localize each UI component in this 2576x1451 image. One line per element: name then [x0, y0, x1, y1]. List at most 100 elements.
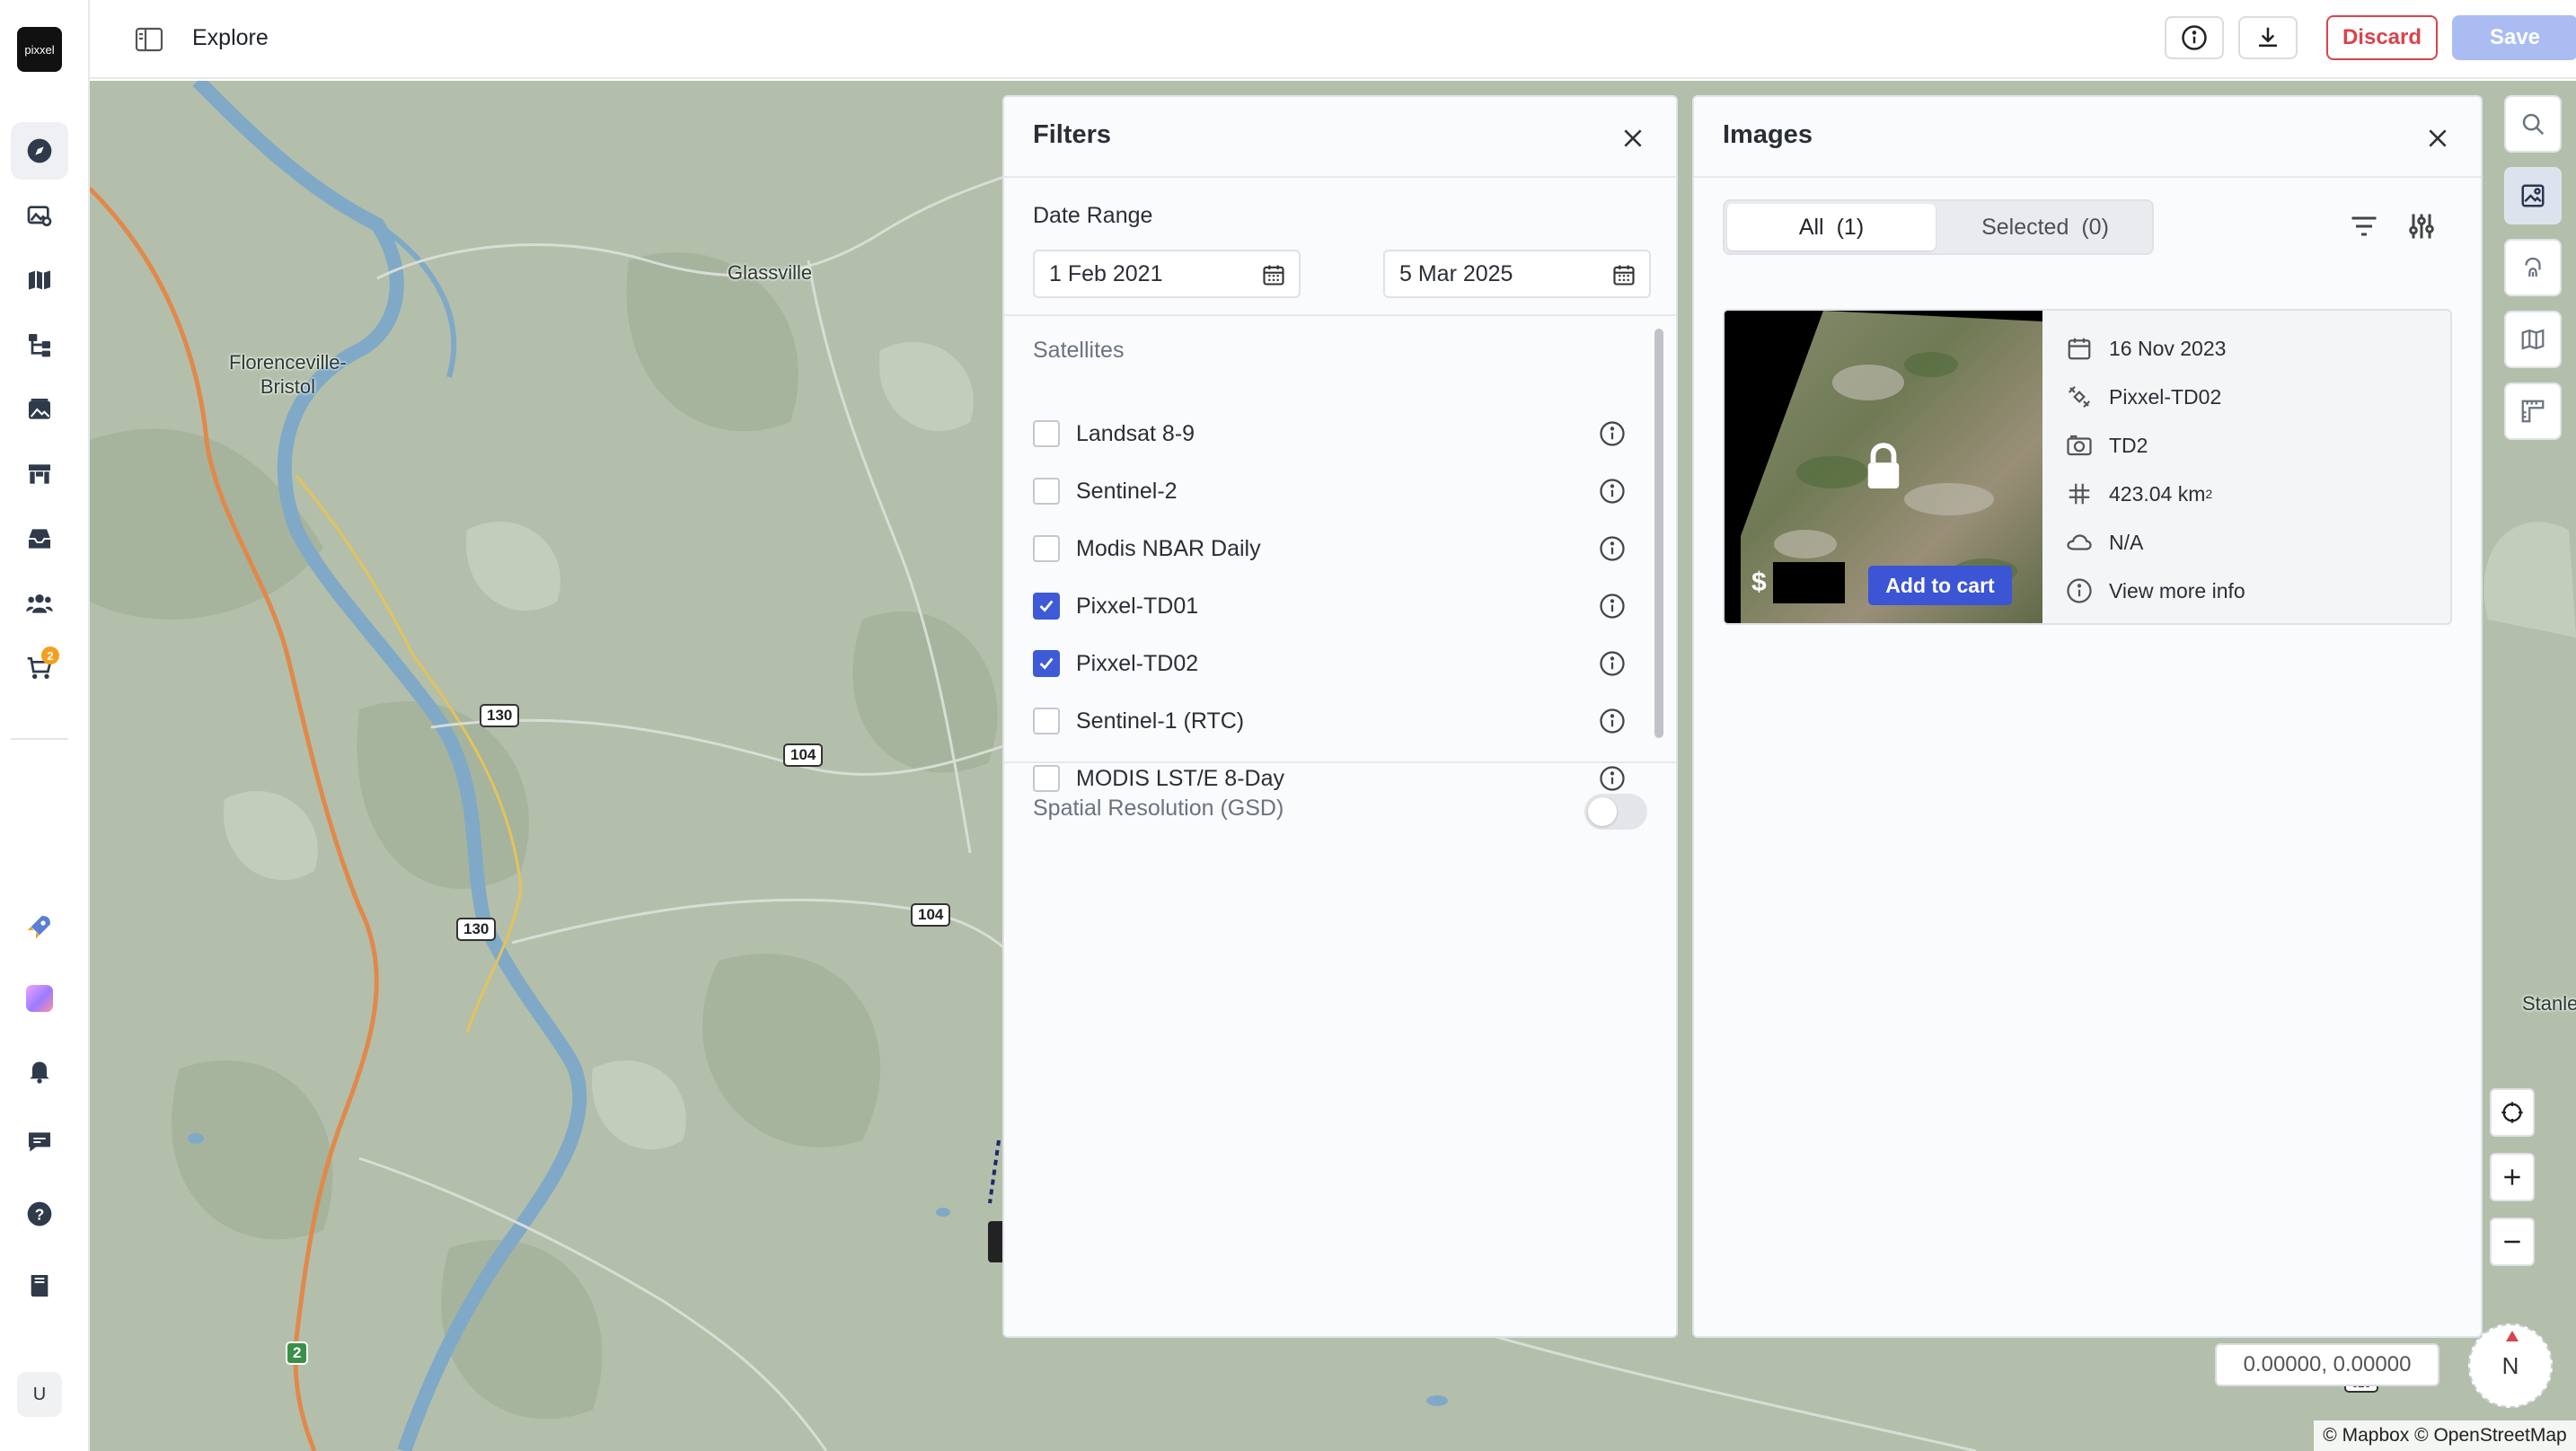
- satellite-icon: [2068, 385, 2091, 409]
- date-to-field[interactable]: 5 Mar 2025: [1383, 250, 1651, 298]
- view-more-info-link[interactable]: View more info: [2066, 573, 2245, 609]
- nav-store-button[interactable]: [11, 445, 68, 503]
- checkbox[interactable]: [1033, 478, 1060, 505]
- checkbox[interactable]: [1033, 708, 1060, 734]
- info-icon[interactable]: [1599, 535, 1626, 562]
- layers-tool-button[interactable]: [2504, 239, 2562, 296]
- info-icon[interactable]: [1599, 420, 1626, 447]
- compass-label: N: [2501, 1351, 2519, 1379]
- save-button[interactable]: Save: [2452, 15, 2576, 60]
- checkbox-checked[interactable]: [1033, 593, 1060, 620]
- info-icon: [2067, 578, 2092, 603]
- compass-icon: [27, 138, 52, 163]
- map-attribution[interactable]: © Mapbox © OpenStreetMap: [2314, 1420, 2576, 1451]
- satellite-option[interactable]: Sentinel-1 (RTC): [1033, 699, 1626, 743]
- cart-count-badge: 2: [41, 646, 59, 664]
- info-icon[interactable]: [1599, 478, 1626, 505]
- locate-button[interactable]: [2490, 1088, 2535, 1137]
- filters-title: Filters: [1033, 120, 1112, 149]
- satellite-option[interactable]: Sentinel-2: [1033, 469, 1626, 514]
- adjust-sliders-icon[interactable]: [2405, 210, 2438, 242]
- filters-panel: Filters Date Range 1 Feb 2021 5 Mar 2025…: [1002, 95, 1678, 1338]
- top-bar: Explore Discard Save: [90, 0, 2576, 79]
- check-icon: [1039, 600, 1054, 612]
- nav-team-button[interactable]: [11, 575, 68, 632]
- checkbox[interactable]: [1033, 420, 1060, 447]
- date-range-label: Date Range: [1033, 203, 1153, 228]
- image-search-icon: [2521, 184, 2545, 207]
- info-icon[interactable]: [1599, 593, 1626, 620]
- search-tool-button[interactable]: [2504, 95, 2562, 153]
- nav-chat-button[interactable]: [11, 1113, 68, 1171]
- date-from-field[interactable]: 1 Feb 2021: [1033, 250, 1301, 298]
- route-shield: 130: [480, 704, 520, 727]
- pixxel-logo[interactable]: pixxel: [17, 27, 62, 72]
- satellite-name: Pixxel-TD02: [1076, 650, 1199, 676]
- add-to-cart-button[interactable]: Add to cart: [1868, 566, 2012, 605]
- tab-count: (1): [1836, 214, 1865, 240]
- image-search-icon: [27, 206, 52, 226]
- images-close-button[interactable]: [2420, 120, 2456, 156]
- nav-image-search-button[interactable]: [11, 187, 68, 244]
- images-tool-button[interactable]: [2504, 167, 2562, 224]
- filters-close-button[interactable]: [1615, 120, 1651, 156]
- measure-tool-button[interactable]: [2504, 383, 2562, 440]
- team-icon: [26, 594, 53, 613]
- image-cloud-cover: N/A: [2109, 530, 2144, 554]
- zoom-in-button[interactable]: [2490, 1153, 2535, 1201]
- satellite-option[interactable]: Modis NBAR Daily: [1033, 526, 1626, 571]
- satellite-option[interactable]: Pixxel-TD02: [1033, 641, 1626, 686]
- image-thumbnail[interactable]: $ Add to cart: [1725, 311, 2042, 623]
- nav-launch-button[interactable]: [11, 898, 68, 955]
- close-icon: [1624, 129, 1642, 147]
- images-panel: Images All (1) Selected (0) $ Add to car…: [1692, 95, 2483, 1338]
- tab-count: (0): [2081, 214, 2109, 240]
- satellite-option[interactable]: Pixxel-TD01: [1033, 584, 1626, 629]
- nav-workflow-button[interactable]: [11, 316, 68, 374]
- info-icon[interactable]: [1599, 650, 1626, 677]
- divider: [1004, 761, 1676, 763]
- filter-lines-icon[interactable]: [2348, 210, 2380, 242]
- tab-all[interactable]: All (1): [1727, 204, 1936, 251]
- basemap-tool-button[interactable]: [2504, 311, 2562, 368]
- calendar-icon[interactable]: [1611, 262, 1636, 287]
- app-icon: [26, 985, 53, 1012]
- satellite-list-scrollbar[interactable]: [1654, 329, 1663, 738]
- nav-map-button[interactable]: [11, 251, 68, 309]
- nav-docs-button[interactable]: [11, 1257, 68, 1315]
- checkbox[interactable]: [1033, 535, 1060, 562]
- satellite-name: MODIS LST/E 8-Day: [1076, 765, 1284, 791]
- image-result-card[interactable]: $ Add to cart 16 Nov 2023 Pixxel-TD02 TD…: [1723, 309, 2452, 625]
- checkbox[interactable]: [1033, 765, 1060, 792]
- nav-inbox-button[interactable]: [11, 510, 68, 567]
- calendar-icon[interactable]: [1261, 262, 1286, 287]
- nav-cart-button[interactable]: 2: [11, 639, 68, 697]
- page-title: Explore: [192, 25, 269, 50]
- nav-gallery-button[interactable]: [11, 381, 68, 438]
- nav-app-button[interactable]: [11, 970, 68, 1027]
- crosshair-icon: [2501, 1102, 2523, 1123]
- checkbox-checked[interactable]: [1033, 650, 1060, 677]
- satellite-name: Pixxel-TD01: [1076, 593, 1199, 619]
- zoom-out-button[interactable]: [2490, 1218, 2535, 1266]
- satellite-list: Landsat 8-9 Sentinel-2 Modis NBAR Daily …: [1004, 411, 1669, 857]
- satellite-name: Sentinel-1 (RTC): [1076, 708, 1245, 734]
- info-button[interactable]: [2165, 16, 2224, 59]
- nav-help-button[interactable]: ?: [11, 1185, 68, 1243]
- book-icon: [31, 1275, 49, 1297]
- user-avatar[interactable]: U: [17, 1372, 62, 1417]
- sidebar-toggle-button[interactable]: [131, 22, 167, 57]
- images-tab-group: All (1) Selected (0): [1723, 199, 2154, 255]
- gsd-toggle[interactable]: [1584, 794, 1647, 830]
- nav-explore-button[interactable]: [11, 122, 68, 180]
- nav-notifications-button[interactable]: [11, 1042, 68, 1099]
- discard-button[interactable]: Discard: [2326, 15, 2438, 60]
- download-button[interactable]: [2238, 16, 2298, 59]
- tab-selected[interactable]: Selected (0): [1941, 204, 2149, 251]
- tab-label: Selected: [1981, 214, 2069, 240]
- info-icon[interactable]: [1599, 765, 1626, 792]
- compass-button[interactable]: N: [2468, 1323, 2553, 1408]
- satellite-option[interactable]: Landsat 8-9: [1033, 411, 1626, 456]
- info-icon[interactable]: [1599, 708, 1626, 734]
- chat-icon: [29, 1132, 50, 1152]
